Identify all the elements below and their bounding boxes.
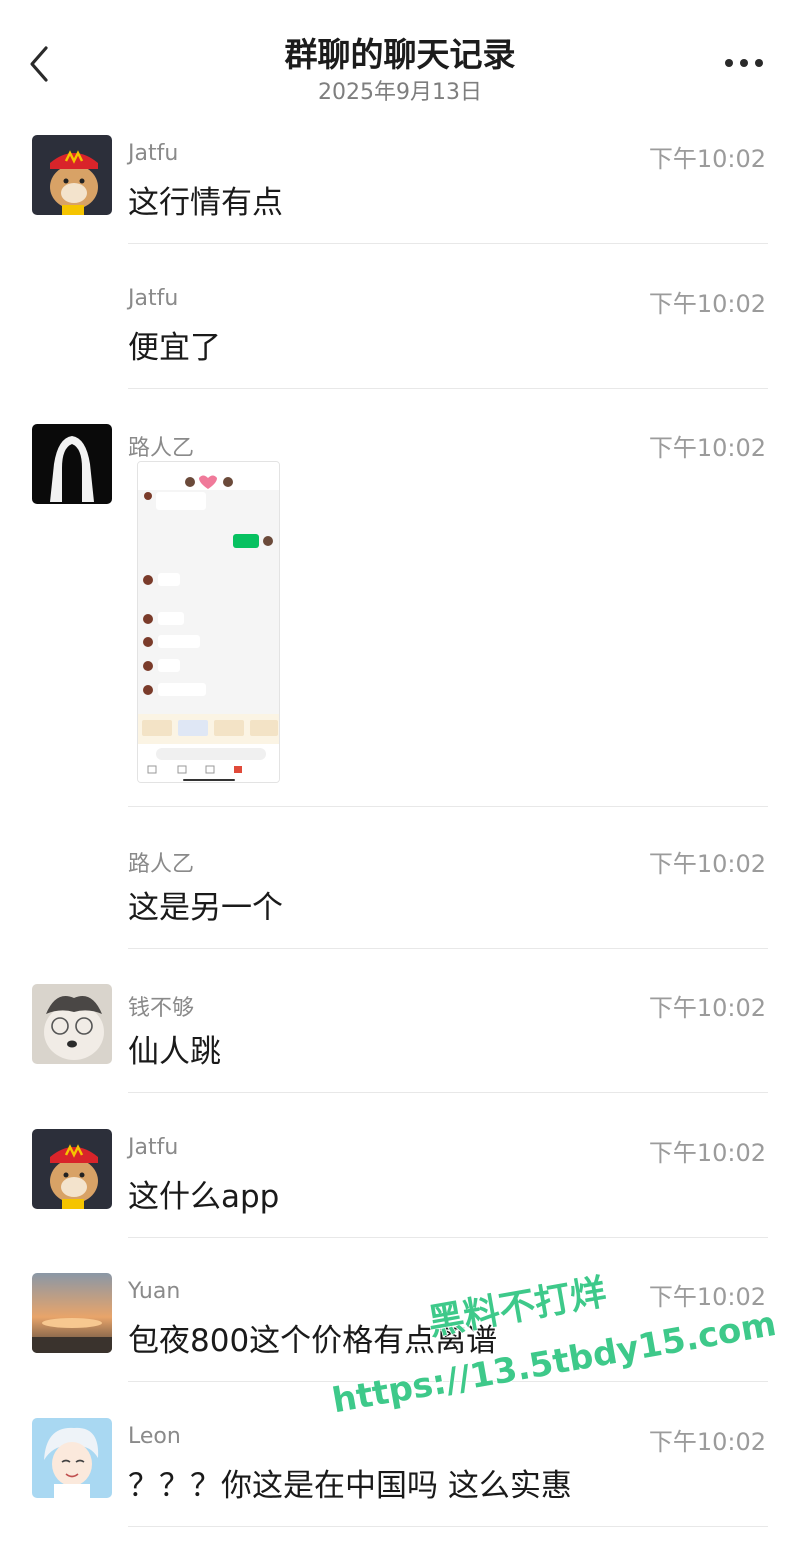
sender-name: Jatfu xyxy=(128,1135,179,1160)
avatar[interactable] xyxy=(32,984,112,1064)
divider xyxy=(128,388,768,389)
divider xyxy=(128,1092,768,1093)
message-item: Yuan 下午10:02 包夜800这个价格有点离谱 xyxy=(0,1273,800,1383)
message-text: 这什么app xyxy=(128,1179,280,1215)
message-time: 下午10:02 xyxy=(648,850,766,878)
avatar[interactable] xyxy=(32,424,112,504)
sender-name: 钱不够 xyxy=(128,996,195,1021)
message-text: 包夜800这个价格有点离谱 xyxy=(128,1323,498,1359)
divider xyxy=(128,806,768,807)
avatar[interactable] xyxy=(32,1273,112,1353)
message-time: 下午10:02 xyxy=(648,434,766,462)
sender-name: 路人乙 xyxy=(128,436,195,461)
divider xyxy=(128,948,768,949)
message-time: 下午10:02 xyxy=(648,994,766,1022)
chat-header: 群聊的聊天记录 2025年9月13日 xyxy=(0,0,800,110)
message-item: Leon 下午10:02 ？？？你这是在中国吗 这么实惠 xyxy=(0,1418,800,1528)
sender-name: Leon xyxy=(128,1424,181,1449)
chat-date: 2025年9月13日 xyxy=(318,80,482,105)
sender-name: Jatfu xyxy=(128,286,179,311)
message-time: 下午10:02 xyxy=(648,1283,766,1311)
more-options-icon[interactable] xyxy=(722,56,766,70)
message-text: 便宜了 xyxy=(128,330,221,366)
message-time: 下午10:02 xyxy=(648,145,766,173)
message-text: 这行情有点 xyxy=(128,185,283,221)
divider xyxy=(128,243,768,244)
message-item: 钱不够 下午10:02 仙人跳 xyxy=(0,984,800,1094)
message-time: 下午10:02 xyxy=(648,290,766,318)
divider xyxy=(128,1381,768,1382)
avatar[interactable] xyxy=(32,135,112,215)
sender-name: Jatfu xyxy=(128,141,179,166)
shared-screenshot-image[interactable] xyxy=(137,461,280,783)
page-title: 群聊的聊天记录 xyxy=(284,35,516,74)
message-time: 下午10:02 xyxy=(648,1139,766,1167)
avatar[interactable] xyxy=(32,1418,112,1498)
message-item: 路人乙 下午10:02 这是另一个 xyxy=(0,840,800,950)
message-text: ？？？你这是在中国吗 这么实惠 xyxy=(128,1468,572,1504)
message-text: 这是另一个 xyxy=(128,890,283,926)
message-text: 仙人跳 xyxy=(128,1034,221,1070)
message-item: 路人乙 下午10:02 xyxy=(0,424,800,808)
divider xyxy=(128,1237,768,1238)
sender-name: 路人乙 xyxy=(128,852,195,877)
sender-name: Yuan xyxy=(128,1279,181,1304)
divider xyxy=(128,1526,768,1527)
avatar[interactable] xyxy=(32,1129,112,1209)
message-item: Jatfu 下午10:02 这什么app xyxy=(0,1129,800,1239)
message-item: Jatfu 下午10:02 便宜了 xyxy=(0,280,800,390)
message-item: Jatfu 下午10:02 这行情有点 xyxy=(0,135,800,245)
message-time: 下午10:02 xyxy=(648,1428,766,1456)
